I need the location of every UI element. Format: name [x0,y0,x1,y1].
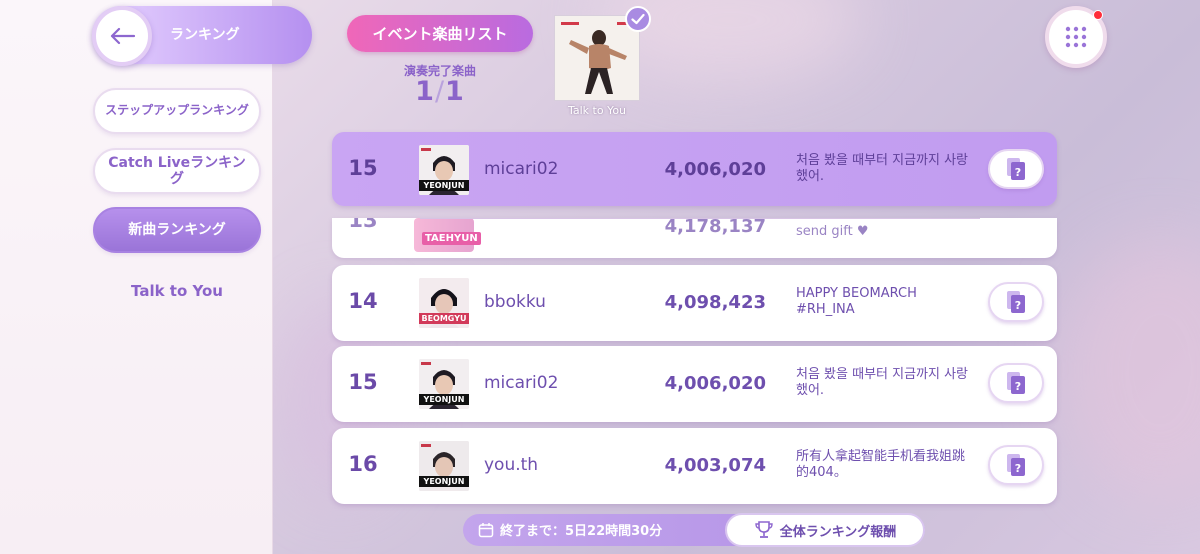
page-title: ランキング [170,27,240,43]
username: bbokku [484,292,546,312]
score: 4,006,020 [664,159,766,180]
cards-icon: ? [1007,372,1025,394]
divider [420,218,980,219]
card-detail-button[interactable]: ? [988,282,1044,322]
calendar-icon [478,522,494,537]
avatar-badge: YEONJUN [419,476,469,487]
avatar-badge: BEOMGYU [419,313,469,324]
rank: 15 [348,370,378,394]
message: 처음 봤을 때부터 지금까지 사랑했어. [796,153,969,184]
message: HAPPY BEOMARCH #RH_INA [796,286,917,317]
avatar: TAEHYUN [414,218,481,252]
event-timer: 終了まで：5日22時間30分 [478,520,662,539]
cards-icon: ? [1007,291,1025,313]
reward-label: 全体ランキング報酬 [779,524,897,540]
back-button[interactable] [92,6,152,66]
avatar-badge: YEONJUN [419,180,469,191]
album-cover[interactable] [554,15,640,101]
table-row-partial: 13 TAEHYUN 4,178,137 send gift ♥ [332,218,1057,258]
card-detail-button[interactable]: ? [988,149,1044,189]
username: you.th [484,455,539,475]
username: micari02 [484,373,559,393]
avatar[interactable]: YEONJUN [419,359,469,409]
overall-ranking-reward-button[interactable]: 全体ランキング報酬 [725,513,925,547]
sidebar-item-catch-live-ranking[interactable]: Catch Liveランキング [93,148,261,194]
sidebar-item-label: ステップアップランキング [105,103,249,118]
rank: 15 [348,156,378,180]
rank: 14 [348,289,378,313]
song-title[interactable]: Talk to You [93,282,261,300]
album-art [555,16,639,100]
avatar[interactable]: BEOMGYU [419,278,469,328]
avatar[interactable]: YEONJUN [419,145,469,195]
message: 所有人拿起智能手机看我姐跳的404。 [796,449,966,480]
sidebar: ランキング ステップアップランキング Catch Liveランキング 新曲ランキ… [0,0,312,554]
notification-dot [1093,10,1103,20]
avatar-badge: YEONJUN [419,394,469,405]
message: 처음 봤을 때부터 지금까지 사랑했어. [796,367,969,398]
timer-text: 終了まで：5日22時間30分 [500,524,663,539]
avatar[interactable]: YEONJUN [419,441,469,491]
score: 4,178,137 [664,218,766,237]
cards-icon: ? [1007,158,1025,180]
arrow-left-icon [110,27,136,45]
sidebar-item-stepup-ranking[interactable]: ステップアップランキング [93,88,261,134]
trophy-icon [754,521,773,538]
card-detail-button[interactable]: ? [988,363,1044,403]
score: 4,098,423 [664,292,766,313]
svg-text:?: ? [1015,380,1021,393]
table-row: 15 YEONJUN micari02 4,006,020 처음 봤을 때부터 … [332,346,1057,422]
check-icon [625,6,651,32]
table-row: 16 YEONJUN you.th 4,003,074 所有人拿起智能手机看我姐… [332,428,1057,504]
sidebar-item-new-song-ranking[interactable]: 新曲ランキング [93,207,261,253]
grid-menu-icon [1065,26,1087,48]
played-done: 1 [415,76,435,107]
rank: 16 [348,452,378,476]
album-caption: Talk to You [567,104,627,117]
my-rank-row: 15 YEONJUN micari02 4,006,020 처음 봤을 때부터 … [332,132,1057,206]
played-songs-count: 1/1 [415,76,465,107]
svg-text:?: ? [1015,166,1021,179]
table-row: 14 BEOMGYU bbokku 4,098,423 HAPPY BEOMAR… [332,265,1057,341]
username: micari02 [484,159,559,179]
sidebar-item-label: 新曲ランキング [128,221,226,238]
avatar-badge: TAEHYUN [422,232,481,245]
rank: 13 [348,218,378,232]
cards-icon: ? [1007,454,1025,476]
message: send gift ♥ [796,224,869,239]
svg-text:?: ? [1015,462,1021,475]
sidebar-item-label: Catch Liveランキング [108,154,246,187]
score: 4,006,020 [664,373,766,394]
event-song-list-button[interactable]: イベント楽曲リスト [347,15,533,52]
svg-text:?: ? [1015,299,1021,312]
played-total: 1 [445,76,465,107]
card-detail-button[interactable]: ? [988,445,1044,485]
score: 4,003,074 [664,455,766,476]
